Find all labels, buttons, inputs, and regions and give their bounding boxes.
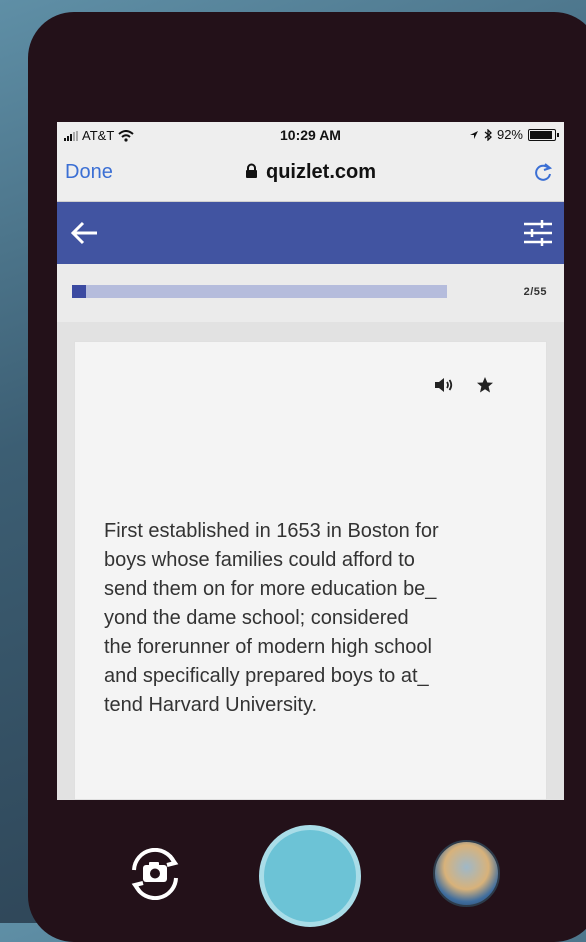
progress-fill (72, 285, 86, 298)
url-text: quizlet.com (265, 161, 376, 183)
card-term-text: First established in 1653 in Boston for … (104, 520, 439, 716)
status-bar: AT&T 10:29 AM 92% (57, 122, 564, 148)
location-icon (469, 130, 478, 139)
progress-bar (72, 285, 447, 298)
camera-flip-icon[interactable] (126, 848, 184, 900)
shutter-button[interactable] (259, 825, 361, 927)
arrow-left-icon[interactable] (69, 220, 99, 246)
camera-controls (0, 800, 586, 927)
battery-icon (528, 128, 559, 141)
progress-area: 2/55 (57, 264, 564, 322)
status-right: 92% (469, 127, 559, 142)
card-actions (434, 376, 494, 394)
battery-fill (530, 130, 552, 139)
flashcard[interactable]: First established in 1653 in Boston for … (74, 341, 547, 800)
browser-nav-bar: Done quizlet.com (57, 148, 564, 202)
battery-percent: 92% (496, 127, 523, 142)
bluetooth-icon (484, 128, 492, 141)
gallery-thumbnail[interactable] (433, 840, 500, 907)
reload-icon[interactable] (532, 160, 554, 184)
url-display[interactable]: quizlet.com (57, 161, 564, 184)
progress-counter: 2/55 (523, 286, 547, 298)
quizlet-app-bar (57, 202, 564, 264)
sliders-icon[interactable] (524, 220, 552, 246)
phone-screen: AT&T 10:29 AM 92% Done quizlet.com 2/55 … (57, 122, 564, 800)
lock-icon (245, 163, 257, 178)
star-icon[interactable] (476, 376, 494, 394)
speaker-icon[interactable] (434, 377, 454, 393)
